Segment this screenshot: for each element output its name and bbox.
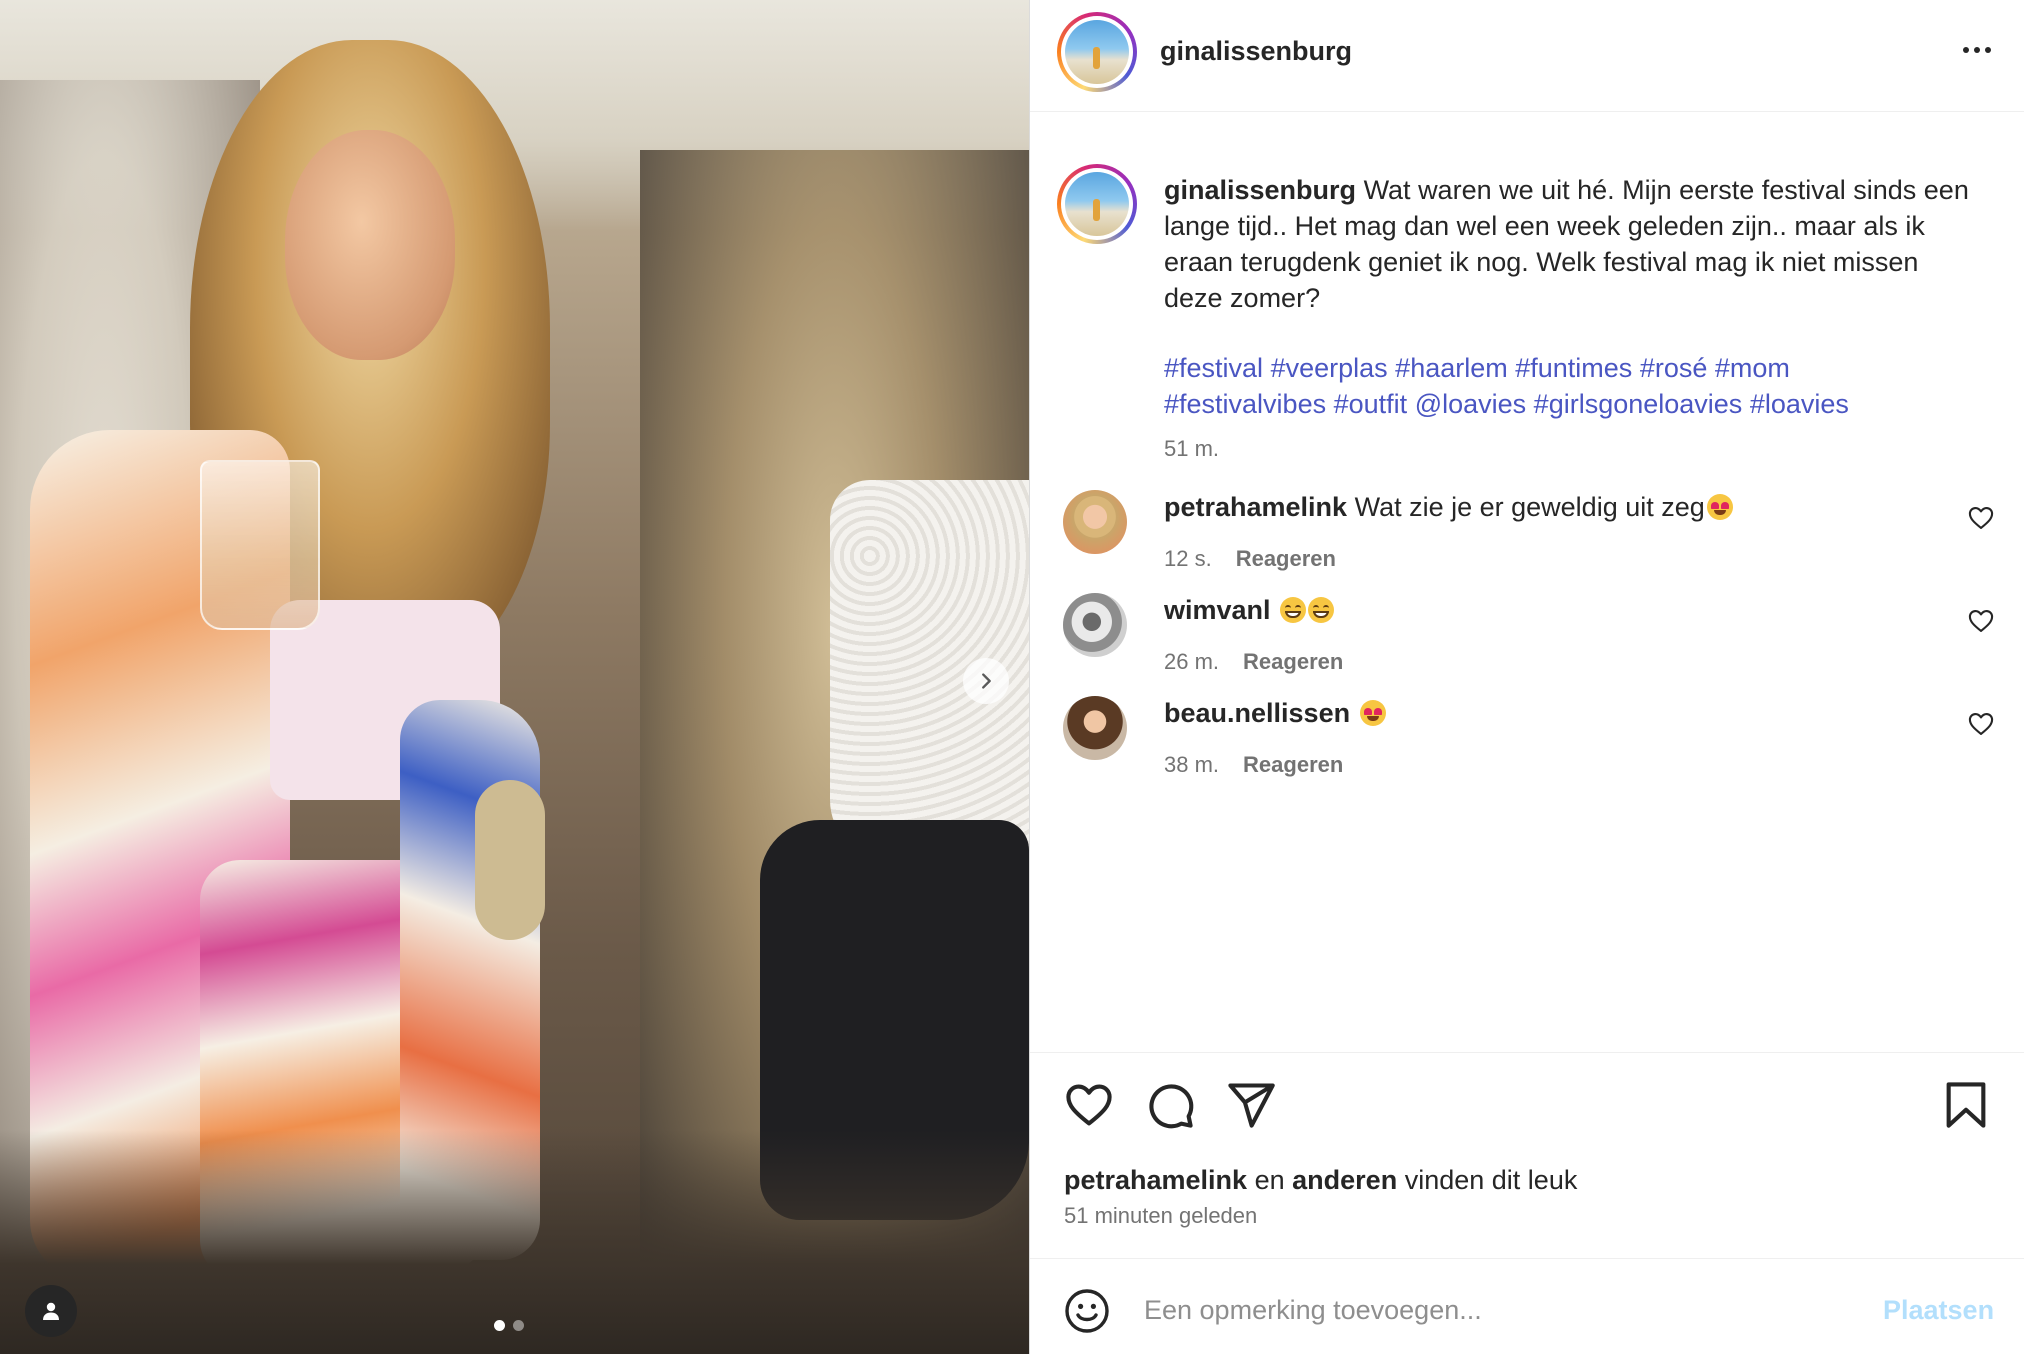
comment-timestamp[interactable]: 12 s. [1164,546,1212,572]
hashtag-link[interactable]: #festival [1164,353,1263,383]
post-timestamp[interactable]: 51 minuten geleden [1064,1203,1257,1229]
grin-emoji [1308,597,1335,623]
comment-item: wimvanl 26 m. Reageren [1030,593,2024,713]
commenter-avatar[interactable] [1063,490,1127,554]
tagged-users-button[interactable] [25,1285,77,1337]
hashtag-link[interactable]: #rosé [1640,353,1708,383]
carousel-next-button[interactable] [963,658,1009,704]
caption-timestamp[interactable]: 51 m. [1164,436,1219,462]
caption-hashtags: #festival #veerplas #haarlem #funtimes #… [1164,350,1984,422]
carousel-indicator [494,1320,524,1331]
heart-eyes-emoji [1706,494,1733,520]
user-icon [43,1302,59,1320]
comments-scroll-area[interactable]: ginalissenburg Wat waren we uit hé. Mijn… [1030,112,2024,1052]
commenter-username[interactable]: beau.nellissen [1164,698,1350,728]
comment-timestamp[interactable]: 38 m. [1164,752,1219,778]
likers-link[interactable]: anderen [1292,1165,1397,1195]
comment-like-icon[interactable] [1967,607,1995,635]
comment-composer: Plaatsen [1030,1258,2024,1354]
reply-button[interactable]: Reageren [1236,546,1336,572]
liker-username[interactable]: petrahamelink [1064,1165,1247,1195]
commenter-avatar[interactable] [1063,593,1127,657]
comment-icon[interactable] [1144,1079,1196,1131]
reply-button[interactable]: Reageren [1243,649,1343,675]
caption-username[interactable]: ginalissenburg [1164,175,1356,205]
hashtag-link[interactable]: #outfit [1334,389,1408,419]
hashtag-link[interactable]: #mom [1715,353,1790,383]
send-icon[interactable] [1225,1079,1277,1131]
heart-eyes-emoji [1359,700,1386,726]
post-header: ginalissenburg [1030,0,2024,112]
post-actions: petrahamelink en anderen vinden dit leuk… [1030,1052,2024,1257]
photo-face [285,130,455,360]
author-avatar[interactable] [1057,12,1137,92]
comment-timestamp[interactable]: 26 m. [1164,649,1219,675]
post-media[interactable] [0,0,1029,1354]
author-username[interactable]: ginalissenburg [1160,36,1352,67]
post-sidebar: ginalissenburg ginalissenburg Wat waren … [1029,0,2024,1354]
likes-summary: petrahamelink en anderen vinden dit leuk [1064,1165,1578,1195]
commenter-username[interactable]: wimvanl [1164,595,1271,625]
hashtag-link[interactable]: #haarlem [1395,353,1508,383]
grin-emoji [1280,597,1307,623]
caption-text: ginalissenburg Wat waren we uit hé. Mijn… [1164,172,1984,316]
photo-plastic-cup [200,460,320,630]
comment-item: beau.nellissen 38 m. Reageren [1030,696,2024,816]
comment-like-icon[interactable] [1967,504,1995,532]
post-comment-button[interactable]: Plaatsen [1883,1295,1994,1326]
hashtag-link[interactable]: #veerplas [1271,353,1388,383]
comment-like-icon[interactable] [1967,710,1995,738]
bookmark-icon[interactable] [1940,1079,1992,1131]
reply-button[interactable]: Reageren [1243,752,1343,778]
commenter-avatar[interactable] [1063,696,1127,760]
comment-item: petrahamelink Wat zie je er geweldig uit… [1030,490,2024,610]
carousel-dot-1 [494,1320,505,1331]
smiley-icon[interactable] [1063,1287,1111,1335]
comment-input[interactable] [1144,1285,1844,1335]
carousel-dot-2 [513,1320,524,1331]
more-options-button[interactable] [1955,32,1999,68]
commenter-username[interactable]: petrahamelink [1164,492,1347,522]
hashtag-link[interactable]: #loavies [1750,389,1849,419]
more-horizontal-icon [1963,47,1969,53]
hashtag-link[interactable]: #funtimes [1515,353,1632,383]
photo-shoulder-bag [475,780,545,940]
heart-icon[interactable] [1063,1079,1115,1131]
hashtag-link[interactable]: #girlsgoneloavies [1534,389,1743,419]
mention-link[interactable]: @loavies [1415,389,1526,419]
hashtag-link[interactable]: #festivalvibes [1164,389,1326,419]
comment-text: Wat zie je er geweldig uit zeg [1354,492,1705,522]
chevron-right-icon [982,673,991,689]
caption-author-avatar[interactable] [1057,164,1137,244]
